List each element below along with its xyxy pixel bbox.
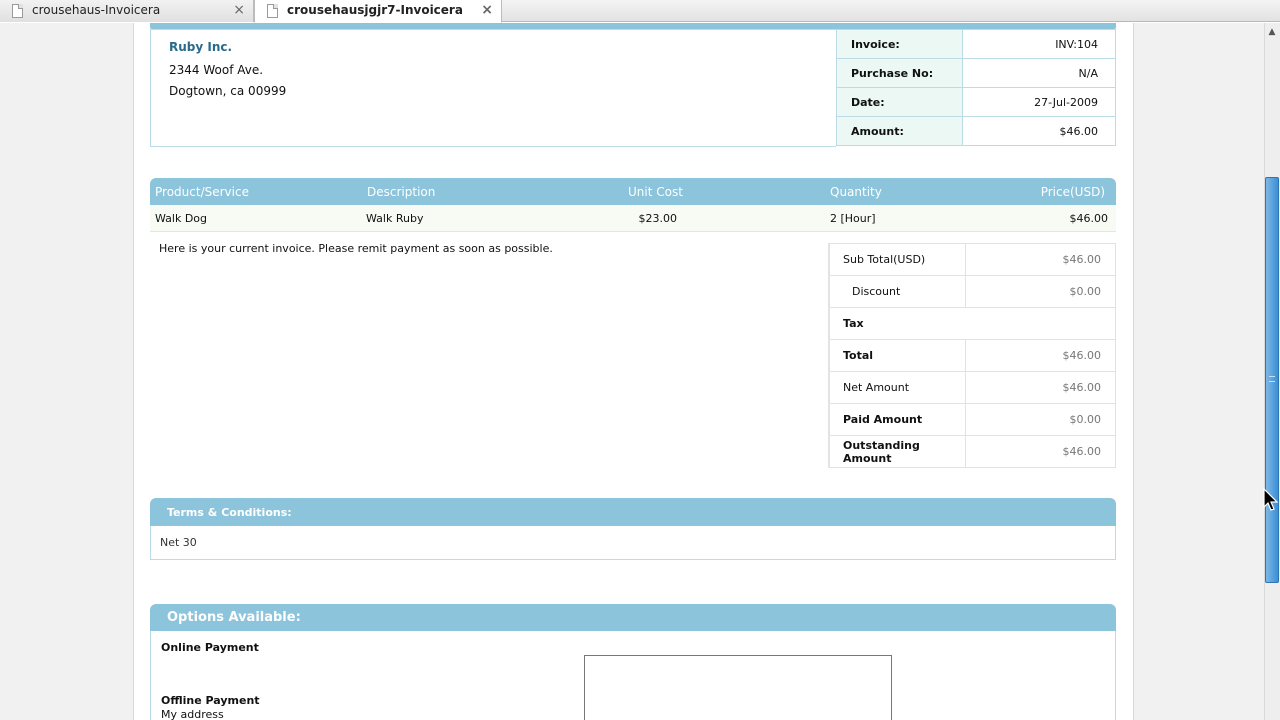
totals-row-outstanding-amount: Outstanding Amount $46.00 <box>828 435 1116 468</box>
totals-label: Paid Amount <box>828 403 966 436</box>
browser-tab-bar: crousehaus-Invoicera × crousehausjgjr7-I… <box>0 0 1280 23</box>
cell-quantity: 2 [Hour] <box>830 212 876 225</box>
tab-crousehaus-invoicera[interactable]: crousehaus-Invoicera × <box>0 0 254 22</box>
totals-value: $0.00 <box>964 403 1116 436</box>
totals-value: $0.00 <box>964 275 1116 308</box>
totals-value: $46.00 <box>964 371 1116 404</box>
document-icon <box>267 4 278 18</box>
online-payment-label: Online Payment <box>161 641 259 654</box>
table-row: Walk Dog Walk Ruby $23.00 2 [Hour] $46.0… <box>150 205 1116 232</box>
grip-icon <box>1269 376 1275 382</box>
company-name: Ruby Inc. <box>169 40 233 54</box>
totals-label: Total <box>828 339 966 372</box>
close-icon[interactable]: × <box>481 2 493 18</box>
close-icon[interactable]: × <box>233 2 245 18</box>
totals-value: $46.00 <box>964 339 1116 372</box>
options-header: Options Available: <box>150 604 1116 631</box>
totals-label: Net Amount <box>828 371 966 404</box>
totals-row-discount: Discount $0.00 <box>828 275 1116 308</box>
column-header-description: Description <box>367 185 436 199</box>
column-header-product: Product/Service <box>155 185 249 199</box>
tab-crousehausjgjr7-invoicera[interactable]: crousehausjgjr7-Invoicera × <box>254 0 502 23</box>
options-title: Options Available: <box>167 610 301 625</box>
column-header-unit-cost: Unit Cost <box>628 185 683 199</box>
cell-product: Walk Dog <box>155 212 208 225</box>
totals-table: Sub Total(USD) $46.00 Discount $0.00 Tax… <box>828 243 1116 468</box>
cell-price: $46.00 <box>1069 212 1109 225</box>
tab-label: crousehausjgjr7-Invoicera <box>287 3 463 17</box>
totals-row-tax: Tax <box>828 307 1116 340</box>
info-label: Purchase No: <box>836 58 963 88</box>
totals-row-paid-amount: Paid Amount $0.00 <box>828 403 1116 436</box>
totals-value: $46.00 <box>964 435 1116 468</box>
totals-value: $46.00 <box>964 243 1116 276</box>
info-row-amount: Amount: $46.00 <box>836 116 1116 146</box>
invoice-info-table: Invoice: INV:104 Purchase No: N/A Date: … <box>836 29 1116 146</box>
scroll-up-arrow-icon[interactable]: ▲ <box>1266 26 1278 38</box>
company-address-line1: 2344 Woof Ave. <box>169 63 264 77</box>
scrollbar-thumb[interactable] <box>1265 177 1279 583</box>
invoice-note: Here is your current invoice. Please rem… <box>159 242 553 255</box>
column-header-quantity: Quantity <box>830 185 882 199</box>
info-value: INV:104 <box>962 29 1116 59</box>
totals-row-total: Total $46.00 <box>828 339 1116 372</box>
totals-row-net-amount: Net Amount $46.00 <box>828 371 1116 404</box>
info-row-date: Date: 27-Jul-2009 <box>836 87 1116 117</box>
terms-text: Net 30 <box>160 536 197 549</box>
totals-label: Sub Total(USD) <box>828 243 966 276</box>
info-label: Invoice: <box>836 29 963 59</box>
totals-row-subtotal: Sub Total(USD) $46.00 <box>828 243 1116 276</box>
totals-label: Outstanding Amount <box>828 435 966 468</box>
cell-unit-cost: $23.00 <box>638 212 678 225</box>
info-row-purchase-no: Purchase No: N/A <box>836 58 1116 88</box>
info-value: N/A <box>962 58 1116 88</box>
terms-title: Terms & Conditions: <box>167 506 292 519</box>
totals-label: Tax <box>828 307 1116 340</box>
totals-label: Discount <box>828 275 966 308</box>
tab-label: crousehaus-Invoicera <box>32 3 161 17</box>
info-value: 27-Jul-2009 <box>962 87 1116 117</box>
column-header-price: Price(USD) <box>1040 185 1105 199</box>
document-icon <box>12 4 23 18</box>
info-label: Amount: <box>836 116 963 146</box>
items-table-header: Product/Service Description Unit Cost Qu… <box>150 178 1116 205</box>
terms-header: Terms & Conditions: <box>150 498 1116 526</box>
offline-payment-address: My address <box>161 708 224 720</box>
offline-payment-label: Offline Payment <box>161 694 260 707</box>
terms-body: Net 30 <box>150 526 1116 560</box>
info-label: Date: <box>836 87 963 117</box>
info-row-invoice: Invoice: INV:104 <box>836 29 1116 59</box>
company-address-line2: Dogtown, ca 00999 <box>169 84 287 98</box>
payment-option-box[interactable] <box>584 655 892 720</box>
cell-description: Walk Ruby <box>366 212 424 225</box>
info-value: $46.00 <box>962 116 1116 146</box>
mouse-cursor-icon <box>1263 488 1279 511</box>
